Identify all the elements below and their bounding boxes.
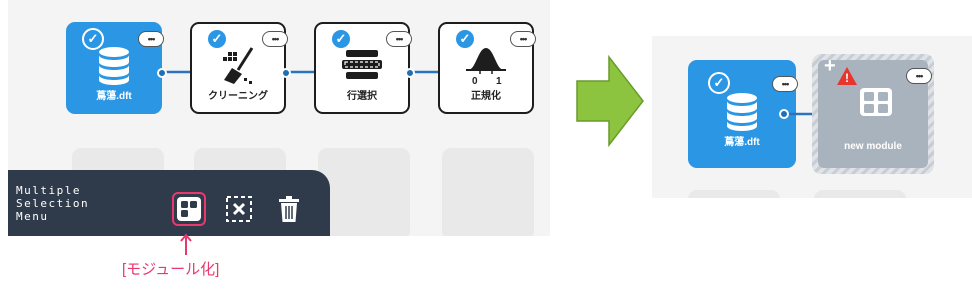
- output-port[interactable]: [157, 68, 167, 78]
- module-label: 行選択: [347, 91, 377, 102]
- module-menu-button[interactable]: •••: [262, 31, 288, 47]
- plus-icon: +: [824, 55, 836, 77]
- module-data-file[interactable]: ✓ ••• 蔦蕩.dft: [66, 22, 167, 114]
- multiple-selection-menu: Multiple Selection Menu: [8, 170, 330, 236]
- new-module[interactable]: + ! ••• new module: [812, 54, 934, 174]
- module-menu-button[interactable]: •••: [386, 31, 412, 47]
- broom-icon: [223, 47, 254, 84]
- module-menu-button[interactable]: •••: [138, 31, 164, 47]
- modularize-icon: [177, 197, 201, 221]
- deselect-button[interactable]: [222, 192, 256, 226]
- output-port[interactable]: [405, 68, 415, 78]
- module-label: 正規化: [471, 91, 501, 102]
- warning-glyph: !: [845, 71, 849, 85]
- output-port[interactable]: [779, 109, 789, 119]
- normal-distribution-icon: [466, 48, 506, 74]
- row-select-icon: [342, 50, 382, 79]
- module-menu-button[interactable]: •••: [906, 68, 932, 84]
- module-label: new module: [844, 141, 902, 152]
- tutorial-figure: ✓ ••• 蔦蕩.dft ✓ ••• クリーニング ✓ ••• 行選択 ✓ ••…: [0, 0, 972, 290]
- module-icon: [860, 88, 892, 116]
- module-row-select[interactable]: ✓ ••• 行選択: [314, 22, 415, 114]
- transition-arrow-icon: [576, 55, 644, 147]
- axis-tick-label: 0: [472, 76, 478, 87]
- module-label: 蔦蕩.dft: [96, 91, 132, 102]
- modularize-caption: [モジュール化]: [122, 261, 220, 278]
- module-menu-button[interactable]: •••: [510, 31, 536, 47]
- deselect-icon: [226, 196, 252, 222]
- canvas-after: ✓ ••• 蔦蕩.dft + ! ••• new module: [652, 36, 972, 198]
- output-port[interactable]: [281, 68, 291, 78]
- module-cleaning[interactable]: ✓ ••• クリーニング: [190, 22, 291, 114]
- module-label: クリーニング: [208, 91, 268, 102]
- axis-tick-label: 1: [496, 76, 502, 87]
- selection-menu-title: Multiple Selection Menu: [16, 184, 90, 223]
- modularize-button[interactable]: [172, 192, 206, 226]
- delete-button[interactable]: [272, 192, 306, 226]
- trash-icon: [279, 196, 299, 222]
- database-icon: [99, 47, 129, 85]
- pointer-arrow-icon: [180, 233, 192, 255]
- module-normalization[interactable]: ✓ ••• 0 1 正規化: [438, 22, 536, 114]
